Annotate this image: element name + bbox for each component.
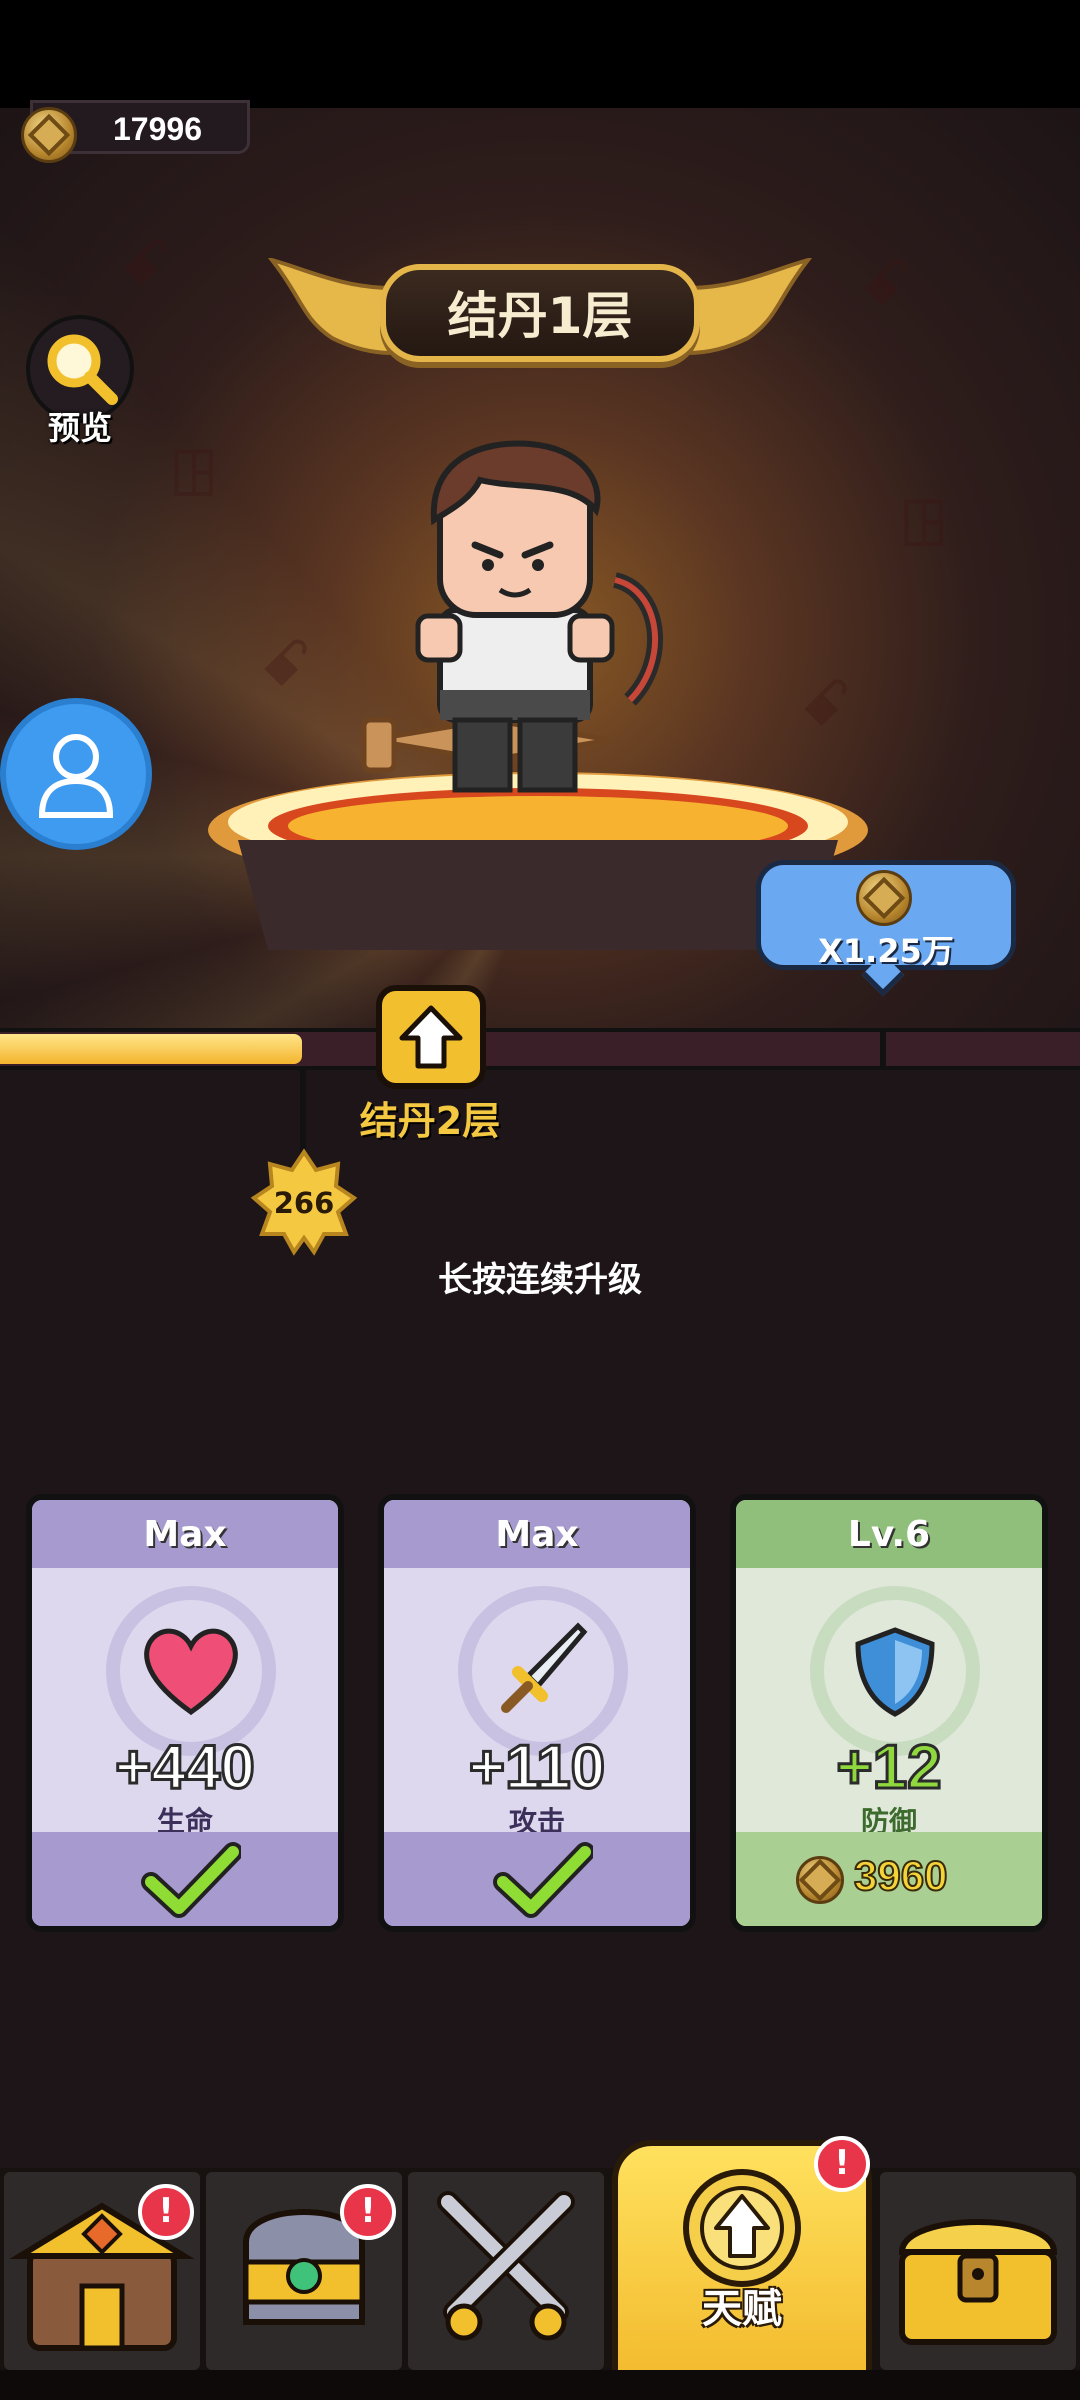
rune-decoration: ꗃ (120, 228, 172, 302)
heart-icon (144, 1628, 238, 1716)
crossed-swords-icon (437, 2191, 575, 2341)
copper-coin-icon (856, 870, 912, 926)
reward-multiplier-bubble[interactable]: X1.25万 (756, 860, 1016, 997)
stage-progress-fill (0, 1034, 302, 1064)
card-value: +440 (114, 1732, 257, 1804)
nav-tab-battle[interactable] (408, 2172, 604, 2370)
stat-card-attack[interactable]: Max +110 攻击 (378, 1494, 696, 1932)
preview-label: 预览 (47, 409, 112, 447)
card-level: Max (32, 1500, 338, 1568)
up-arrow-icon (399, 1005, 463, 1069)
star-badge-value: 266 (273, 1186, 335, 1220)
next-stage-marker[interactable] (376, 985, 486, 1095)
card-value: +12 (835, 1732, 943, 1804)
profile-avatar-button[interactable] (0, 698, 152, 850)
alert-badge: ! (814, 2136, 870, 2192)
rune-decoration: ꖸ (170, 438, 218, 512)
card-footer (384, 1832, 690, 1926)
check-icon (141, 1842, 241, 1918)
hero-character (361, 440, 664, 793)
stat-card-health[interactable]: Max +440 生命 (26, 1494, 344, 1932)
card-level: Max (384, 1500, 690, 1568)
upgrade-cost-button[interactable]: 3960 (736, 1832, 1042, 1926)
gesture-bar-area (0, 2370, 1080, 2400)
rune-decoration: ꖸ (900, 488, 948, 562)
rune-decoration: ꗃ (800, 668, 852, 742)
coin-counter: 17996 (21, 100, 250, 163)
card-level: Lv.6 (736, 1500, 1042, 1568)
star-connector (300, 1068, 306, 1158)
preview-button[interactable]: 预览 (22, 315, 138, 450)
progress-tick (880, 1028, 886, 1070)
shield-icon (855, 1627, 935, 1717)
long-press-hint: 长按连续升级 (438, 1260, 642, 1300)
next-stage-label: 结丹2层 (359, 1099, 501, 1143)
copper-coin-icon (21, 107, 77, 163)
alert-badge: ! (138, 2184, 194, 2240)
upgrade-cost: 3960 (853, 1851, 948, 1900)
check-icon (493, 1842, 593, 1918)
sword-icon (501, 1622, 588, 1713)
treasure-chest-icon (898, 2219, 1058, 2345)
nav-tab-chest[interactable] (880, 2172, 1076, 2370)
multiplier-text: X1.25万 (818, 932, 954, 970)
stage-title: 结丹1层 (447, 287, 633, 345)
card-value: +110 (467, 1732, 606, 1804)
upgrade-arrow-button[interactable] (376, 985, 486, 1089)
rune-decoration: ꗃ (860, 248, 912, 322)
status-bar-area (0, 0, 1080, 108)
rune-decoration: ꗃ (260, 628, 312, 702)
coin-amount: 17996 (113, 111, 202, 147)
stat-card-defense[interactable]: Lv.6 +12 防御 3960 (730, 1494, 1048, 1932)
user-icon (38, 734, 114, 818)
alert-badge: ! (340, 2184, 396, 2240)
nav-tab-talent-label: 天赋 (702, 2286, 782, 2332)
stage-title-banner: 结丹1层 (262, 258, 818, 368)
copper-coin-icon (796, 1856, 844, 1904)
card-footer (32, 1832, 338, 1926)
